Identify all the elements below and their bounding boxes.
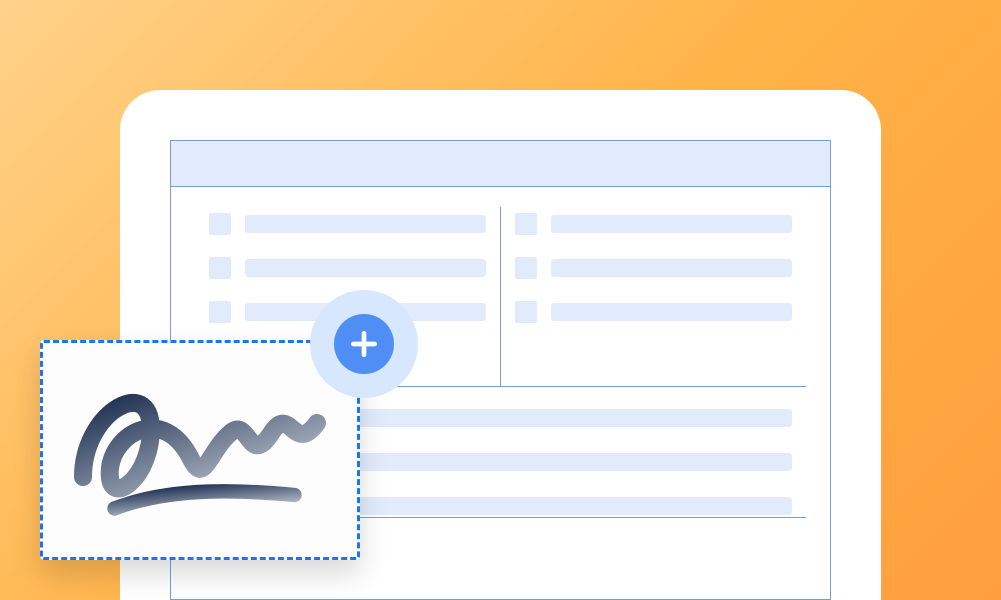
list-item — [515, 213, 792, 235]
add-button-inner — [334, 314, 394, 374]
plus-icon — [348, 328, 380, 360]
placeholder-square — [209, 257, 231, 279]
list-item — [209, 213, 486, 235]
placeholder-square — [515, 257, 537, 279]
list-item — [209, 257, 486, 279]
placeholder-square — [209, 301, 231, 323]
placeholder-bar — [245, 215, 486, 233]
document-header-bar — [171, 141, 830, 187]
placeholder-bar — [551, 215, 792, 233]
placeholder-bar — [245, 259, 486, 277]
list-item — [515, 257, 792, 279]
signature-drop-zone[interactable] — [40, 340, 360, 560]
placeholder-square — [515, 301, 537, 323]
placeholder-square — [209, 213, 231, 235]
list-item — [515, 301, 792, 323]
right-column — [501, 207, 806, 386]
add-signature-button[interactable] — [310, 290, 418, 398]
signature-icon — [65, 361, 335, 539]
placeholder-square — [515, 213, 537, 235]
placeholder-bar — [551, 303, 792, 321]
placeholder-bar — [551, 259, 792, 277]
